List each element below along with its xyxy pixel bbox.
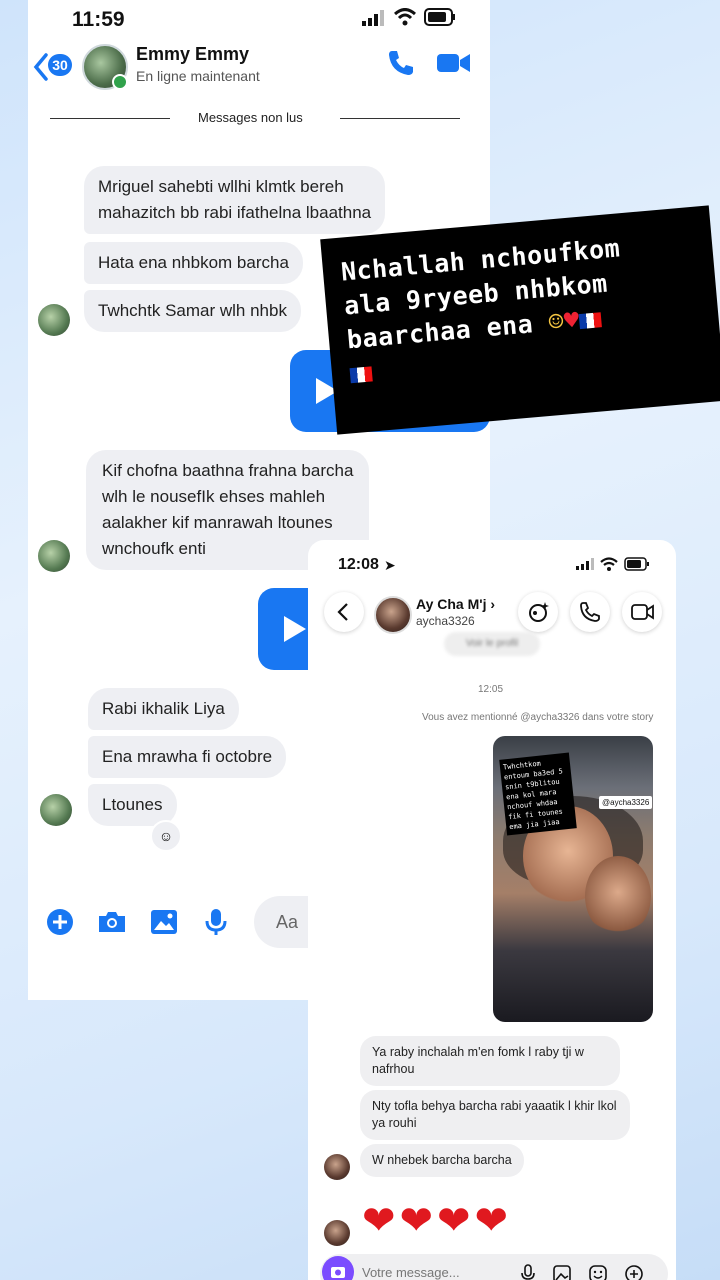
effects-button[interactable] [518,592,558,632]
message-text: Twhchtk Samar wlh nhbk [98,301,287,320]
instagram-screenshot: 12:08 ➤ Ay Cha M'j › aycha3326 Voir le p… [308,540,676,1280]
message-text: aalakher kif manrawah ltounes [102,513,333,532]
sender-avatar[interactable] [38,540,70,572]
message-bubble[interactable]: Rabi ikhalik Liya [88,688,239,730]
divider-line-right [340,118,460,119]
story-photo-face [585,856,651,936]
mention-notice: Vous avez mentionné @aycha3326 dans votr… [422,712,654,723]
camera-icon [331,1267,345,1278]
message-text: Ltounes [102,795,163,814]
add-reaction-icon[interactable]: ☺ [150,820,182,852]
sender-avatar[interactable] [38,304,70,336]
gallery-icon[interactable] [552,1264,572,1280]
story-mention-tag: @aycha3326 [599,796,653,809]
play-icon[interactable] [284,616,306,642]
message-timestamp: 12:05 [478,684,504,695]
plus-icon[interactable] [44,906,76,938]
message-text: Ena mrawha fi octobre [102,747,273,766]
status-time: 11:59 [72,8,125,31]
wifi-icon [600,557,618,571]
add-icon[interactable] [624,1264,644,1280]
story-caption: Nchallah nchoufkom ala 9ryeeb nhbkom baa… [320,205,720,435]
ig-message-input[interactable]: Votre message... [362,1265,460,1280]
message-text: Rabi ikhalik Liya [102,699,225,718]
battery-icon [424,8,455,26]
ig-contact-avatar[interactable] [374,596,412,634]
sticker-icon[interactable] [588,1264,608,1280]
microphone-icon[interactable] [200,906,232,938]
message-text: mahazitch bb rabi ifathelna lbaathna [98,203,372,222]
message-bubble[interactable]: Twhchtk Samar wlh nhbk [84,290,301,332]
sparkle-icon [529,602,549,622]
story-thumbnail[interactable]: Twhchtkom entoum ba3ed 5 snin t9blitou e… [493,736,653,1022]
sender-avatar[interactable] [40,794,72,826]
message-bubble[interactable]: Mriguel sahebti wllhi klmtk bereh mahazi… [84,166,386,234]
phone-icon [580,602,600,622]
ig-message-text: Nty tofla behya barcha rabi yaaatik l kh… [372,1099,617,1130]
back-button[interactable] [324,592,364,632]
unread-divider-label: Messages non lus [198,110,303,125]
phone-icon[interactable] [386,48,416,78]
battery-icon [624,557,649,571]
camera-icon[interactable] [96,906,128,938]
video-call-icon [631,604,654,620]
online-indicator [112,74,128,90]
chevron-left-icon [337,603,348,621]
signal-icon [576,558,594,570]
message-bubble[interactable]: Hata ena nhbkom barcha [84,242,303,284]
message-text: Kif chofna baathna frahna barcha [102,461,354,480]
message-bubble[interactable]: Ena mrawha fi octobre [88,736,287,778]
gallery-icon[interactable] [148,906,180,938]
ig-contact-name[interactable]: Ay Cha M'j › [416,596,495,612]
unread-count-badge[interactable]: 30 [48,54,72,76]
ig-message-bubble[interactable]: Nty tofla behya barcha rabi yaaatik l kh… [360,1090,630,1140]
ig-message-bubble[interactable]: W nhebek barcha barcha [360,1144,524,1177]
france-flag-icon [578,311,603,329]
heart-emoji-message[interactable]: ❤❤❤❤ [362,1196,512,1246]
contact-status: En ligne maintenant [136,68,260,84]
ig-camera-button[interactable] [322,1256,354,1280]
message-text: Hata ena nhbkom barcha [98,253,289,272]
view-profile-button[interactable]: Voir le profil [444,632,540,656]
location-arrow-icon: ➤ [384,557,396,573]
story-caption-text: Twhchtkom entoum ba3ed 5 snin t9blitou e… [499,752,577,836]
ig-call-button[interactable] [570,592,610,632]
video-call-icon[interactable] [436,48,472,78]
ig-contact-username: aycha3326 [416,614,475,628]
ig-status-time: 12:08 [338,556,379,573]
message-text: wlh le nousefIk ehses mahleh [102,487,326,506]
ig-video-button[interactable] [622,592,662,632]
signal-icon [362,10,384,26]
divider-line-left [50,118,170,119]
ig-sender-avatar[interactable] [324,1220,350,1246]
ig-message-bubble[interactable]: Ya raby inchalah m'en fomk l raby tji w … [360,1036,620,1086]
microphone-icon[interactable] [518,1264,538,1280]
heart-on-fire-icon: ♥ [562,305,581,336]
ig-sender-avatar[interactable] [324,1154,350,1180]
france-flag-icon [349,365,373,383]
ig-message-text: Ya raby inchalah m'en fomk l raby tji w … [372,1045,584,1076]
ig-message-text: W nhebek barcha barcha [372,1153,512,1167]
message-text: Mriguel sahebti wllhi klmtk bereh [98,177,344,196]
wifi-icon [394,8,416,26]
contact-name[interactable]: Emmy Emmy [136,44,249,65]
